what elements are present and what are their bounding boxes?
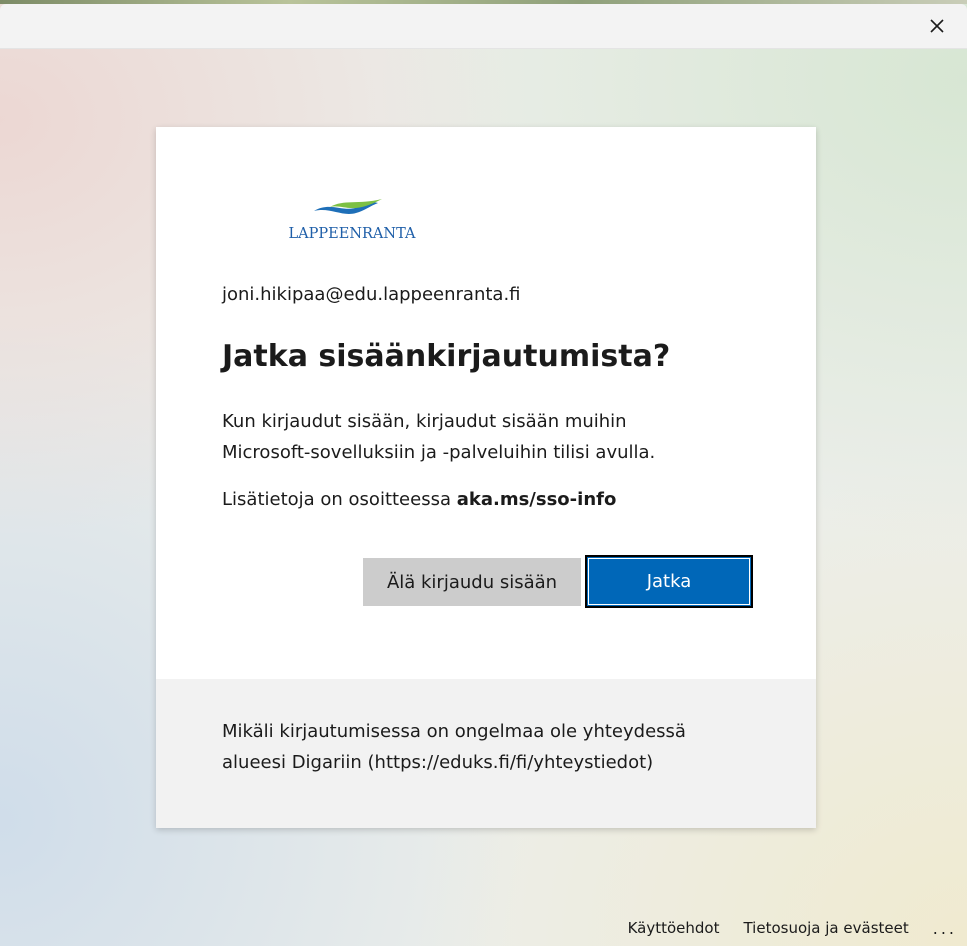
- terms-link[interactable]: Käyttöehdot: [628, 919, 720, 937]
- more-info-prefix: Lisätietoja on osoitteessa: [222, 489, 451, 510]
- sso-description: Kun kirjaudut sisään, kirjaudut sisään m…: [222, 406, 762, 468]
- help-panel: Mikäli kirjautumisessa on ongelmaa ole y…: [156, 679, 816, 828]
- signin-card: LAPPEENRANTA joni.hikipaa@edu.lappeenran…: [156, 127, 816, 828]
- close-button[interactable]: [921, 10, 953, 42]
- more-info-link: aka.ms/sso-info: [456, 489, 617, 510]
- page-footer: Käyttöehdot Tietosuoja ja evästeet ...: [628, 916, 957, 940]
- more-info: Lisätietoja on osoitteessa aka.ms/sso-in…: [222, 489, 616, 510]
- lappeenranta-logo: LAPPEENRANTA: [286, 195, 416, 243]
- sso-description-line2: Microsoft-sovelluksiin ja -palveluihin t…: [222, 442, 656, 463]
- account-email: joni.hikipaa@edu.lappeenranta.fi: [222, 284, 521, 305]
- help-text-line2: alueesi Digariin (https://eduks.fi/fi/yh…: [222, 752, 654, 773]
- page-title: Jatka sisäänkirjautumista?: [222, 339, 671, 374]
- dont-sign-in-button[interactable]: Älä kirjaudu sisään: [363, 558, 581, 606]
- logo-wordmark: LAPPEENRANTA: [289, 226, 416, 242]
- help-text-line1: Mikäli kirjautumisessa on ongelmaa ole y…: [222, 721, 686, 742]
- sso-description-line1: Kun kirjaudut sisään, kirjaudut sisään m…: [222, 411, 627, 432]
- more-options-button[interactable]: ...: [933, 919, 957, 938]
- close-icon: [930, 19, 944, 33]
- continue-button[interactable]: Jatka: [585, 555, 753, 608]
- window-titlebar: [0, 4, 967, 49]
- privacy-link[interactable]: Tietosuoja ja evästeet: [743, 919, 908, 937]
- help-text: Mikäli kirjautumisessa on ongelmaa ole y…: [222, 716, 762, 778]
